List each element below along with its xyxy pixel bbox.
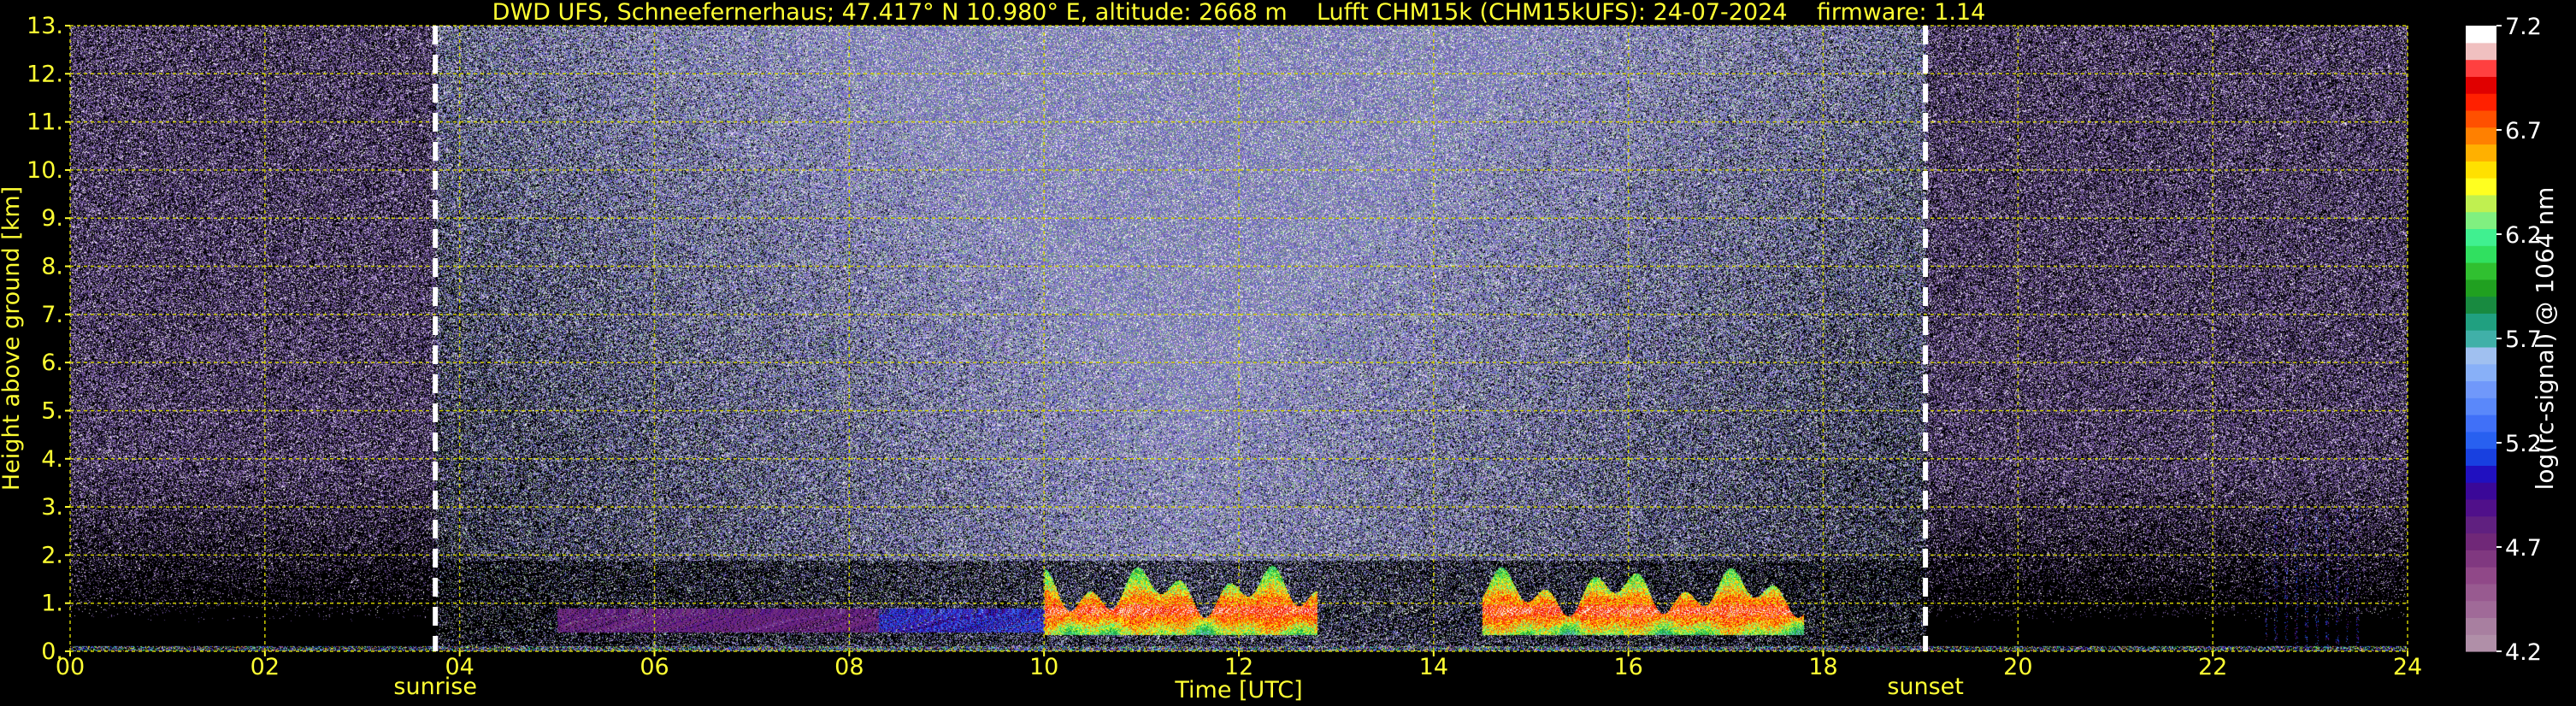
colorbar-segment <box>2466 515 2496 534</box>
colorbar-segment <box>2466 144 2496 162</box>
x-tick-label: 16 <box>1613 654 1642 680</box>
colorbar-segment <box>2466 330 2496 348</box>
x-tick-label: 10 <box>1029 654 1058 680</box>
y-tick-label: 0. <box>41 638 63 665</box>
x-tick-label: 18 <box>1808 654 1837 680</box>
colorbar-tick-label: 7.2 <box>2505 14 2542 40</box>
colorbar-segment <box>2466 126 2496 145</box>
colorbar-segment <box>2466 498 2496 517</box>
x-tick-label: 04 <box>445 654 474 680</box>
x-tick-label: 02 <box>251 654 280 680</box>
backscatter-heatmap <box>70 26 2408 651</box>
colorbar-segment <box>2466 482 2496 500</box>
y-axis-label: Height above ground [km] <box>0 186 25 491</box>
colorbar-segment <box>2466 296 2496 314</box>
colorbar-segment <box>2466 431 2496 450</box>
colorbar-segment <box>2466 346 2496 365</box>
colorbar-segment <box>2466 380 2496 398</box>
y-tick-label: 7. <box>41 302 63 328</box>
colorbar-tick-label: 4.2 <box>2505 639 2542 666</box>
y-tick-label: 9. <box>41 205 63 232</box>
colorbar-segment <box>2466 26 2496 44</box>
y-tick-label: 11. <box>27 109 63 136</box>
colorbar-tick-label: 4.7 <box>2505 535 2542 562</box>
y-tick-label: 10. <box>27 157 63 184</box>
colorbar-segment <box>2466 76 2496 94</box>
colorbar-segment <box>2466 583 2496 602</box>
y-tick-label: 2. <box>41 542 63 568</box>
x-tick-label: 20 <box>2003 654 2032 680</box>
colorbar-segment <box>2466 532 2496 550</box>
colorbar-segment <box>2466 161 2496 179</box>
x-tick-label: 24 <box>2393 654 2422 680</box>
ceilometer-chart: DWD UFS, Schneefernerhaus; 47.417° N 10.… <box>0 0 2576 706</box>
x-tick-label: 06 <box>640 654 669 680</box>
colorbar-segment <box>2466 448 2496 466</box>
colorbar-segment <box>2466 550 2496 568</box>
colorbar-segment <box>2466 211 2496 230</box>
colorbar-segment <box>2466 93 2496 111</box>
y-tick-label: 6. <box>41 350 63 376</box>
y-tick-label: 5. <box>41 397 63 424</box>
colorbar-segment <box>2466 600 2496 619</box>
y-tick-label: 3. <box>41 494 63 521</box>
chart-title: DWD UFS, Schneefernerhaus; 47.417° N 10.… <box>492 0 1986 26</box>
colorbar-segment <box>2466 363 2496 382</box>
sun-marker-label: sunset <box>1887 674 1964 700</box>
colorbar-segment <box>2466 228 2496 246</box>
y-tick-label: 4. <box>41 446 63 473</box>
colorbar-segment <box>2466 465 2496 483</box>
x-tick-label: 14 <box>1419 654 1448 680</box>
colorbar-segment <box>2466 415 2496 432</box>
colorbar-segment <box>2466 194 2496 213</box>
y-tick-label: 12. <box>27 61 63 87</box>
colorbar-segment <box>2466 279 2496 297</box>
colorbar-segment <box>2466 42 2496 61</box>
heatmap-frame <box>70 26 2408 651</box>
x-axis-label: Time [UTC] <box>1174 677 1302 703</box>
colorbar-segment <box>2466 634 2496 652</box>
x-tick-label: 22 <box>2198 654 2227 680</box>
colorbar-segment <box>2466 397 2496 415</box>
colorbar-tick-label: 6.7 <box>2505 118 2542 144</box>
colorbar-segment <box>2466 59 2496 77</box>
x-tick-label: 08 <box>834 654 864 680</box>
y-tick-label: 8. <box>41 254 63 280</box>
colorbar-segment <box>2466 567 2496 585</box>
colorbar-segment <box>2466 617 2496 635</box>
y-tick-label: 1. <box>41 591 63 617</box>
colorbar-segment <box>2466 178 2496 196</box>
y-tick-label: 13. <box>27 13 63 39</box>
colorbar-segment <box>2466 262 2496 280</box>
colorbar-segment <box>2466 313 2496 331</box>
colorbar-label: log(rc-signal) @ 1064 nm <box>2531 187 2559 491</box>
colorbar-segment <box>2466 245 2496 263</box>
colorbar-segment <box>2466 109 2496 128</box>
